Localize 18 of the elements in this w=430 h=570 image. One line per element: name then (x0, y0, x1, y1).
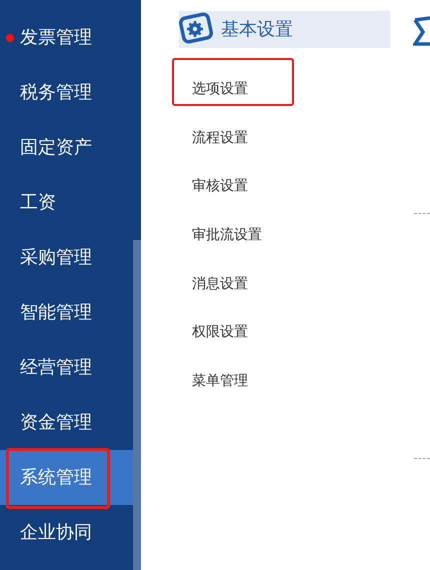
sidebar-item[interactable]: 发票管理 (0, 10, 133, 65)
section-title: 基本设置 (221, 18, 293, 41)
sidebar-item[interactable]: 经营管理 (0, 340, 133, 395)
sidebar-item[interactable]: 税务管理 (0, 65, 133, 120)
menu-link[interactable]: 权限设置 (172, 321, 248, 342)
menu-link[interactable]: 消息设置 (172, 272, 248, 294)
menu-link[interactable]: 审批流设置 (172, 224, 262, 245)
sidebar-item[interactable]: 资金管理 (0, 395, 133, 450)
sidebar-item[interactable]: 采购管理 (0, 230, 133, 285)
menu-link[interactable]: 流程设置 (172, 126, 248, 148)
scrollbar[interactable] (133, 240, 141, 570)
sidebar-item[interactable]: 智能管理 (0, 285, 133, 340)
menu-link[interactable]: 菜单管理 (172, 370, 248, 391)
menu-link[interactable]: 选项设置 (172, 78, 248, 99)
sidebar-item[interactable]: 固定资产 (0, 120, 133, 175)
menu-link[interactable]: 审核设置 (172, 175, 248, 196)
sidebar-item[interactable]: 企业协同 (0, 505, 133, 560)
sidebar-item[interactable]: 工资 (0, 175, 133, 230)
